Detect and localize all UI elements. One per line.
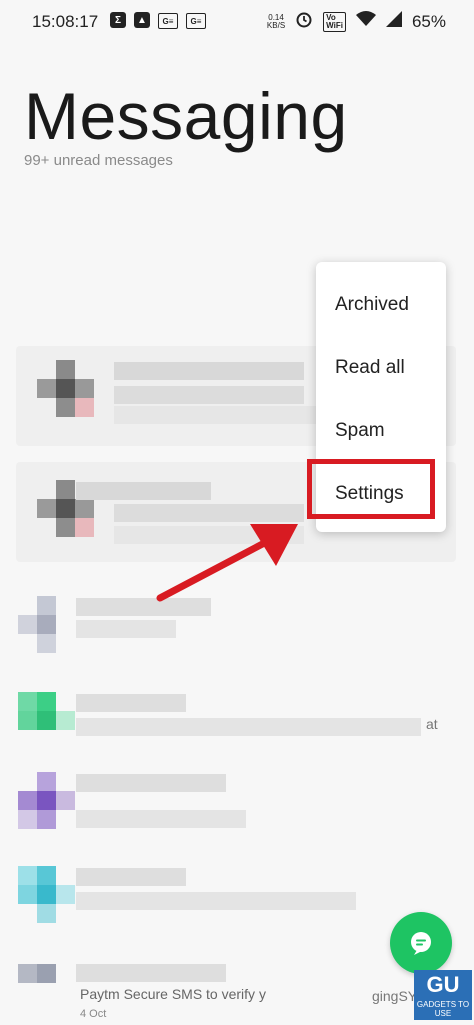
vowifi-icon: Vo WiFi — [323, 11, 346, 32]
alarm-icon — [295, 10, 313, 33]
gboard-icon-2: G≡ — [186, 13, 206, 29]
sender-name — [114, 362, 304, 380]
avatar — [56, 360, 75, 379]
conversation-item[interactable]: at — [16, 690, 456, 750]
avatar — [56, 480, 75, 499]
unread-count: 99+ unread messages — [24, 152, 173, 169]
sender-name — [76, 694, 186, 712]
preview-tail: gingSY — [372, 988, 418, 1004]
pointer-arrow-icon — [156, 524, 298, 602]
sender-name — [76, 774, 226, 792]
menu-item-spam[interactable]: Spam — [335, 420, 385, 442]
avatar — [37, 596, 56, 615]
menu-item-read-all[interactable]: Read all — [335, 357, 405, 379]
preview-tail: at — [426, 716, 438, 732]
menu-item-archived[interactable]: Archived — [335, 294, 409, 316]
avatar — [37, 772, 56, 791]
gallery-icon: ▲ — [134, 12, 150, 28]
message-date: 4 Oct — [80, 1008, 107, 1020]
conversation-item[interactable] — [16, 770, 456, 830]
status-time: 15:08:17 — [32, 12, 99, 31]
message-preview — [76, 620, 176, 638]
chat-bubble-icon — [411, 932, 431, 955]
wifi-icon — [355, 11, 376, 32]
conversation-item[interactable] — [16, 864, 456, 924]
message-preview-text: Paytm Secure SMS to verify y — [80, 986, 266, 1002]
avatar — [37, 964, 56, 983]
page-title: Messaging — [24, 79, 348, 153]
status-bar: 15:08:17 Σ ▲ G≡ G≡ 0.14 KB/S Vo WiFi 65% — [0, 0, 474, 44]
avatar — [18, 866, 37, 885]
sigma-app-icon: Σ — [110, 12, 126, 28]
notification-icons: Σ ▲ G≡ G≡ — [110, 12, 206, 29]
message-preview — [114, 386, 304, 404]
system-icons: 0.14 KB/S Vo WiFi 65% — [267, 10, 446, 33]
net-speed: 0.14 KB/S — [266, 12, 286, 30]
sender-name — [76, 964, 226, 982]
settings-highlight-box — [307, 459, 435, 519]
battery-percent: 65% — [411, 11, 446, 31]
sender-name — [76, 868, 186, 886]
message-preview — [76, 892, 356, 910]
signal-icon — [385, 11, 402, 32]
avatar — [18, 692, 37, 711]
gboard-icon: G≡ — [158, 13, 178, 29]
message-preview — [76, 810, 246, 828]
watermark-logo: GU GADGETS TO USE — [414, 970, 472, 1020]
sender-name — [76, 482, 211, 500]
compose-button[interactable] — [390, 912, 452, 974]
message-preview — [76, 718, 421, 736]
